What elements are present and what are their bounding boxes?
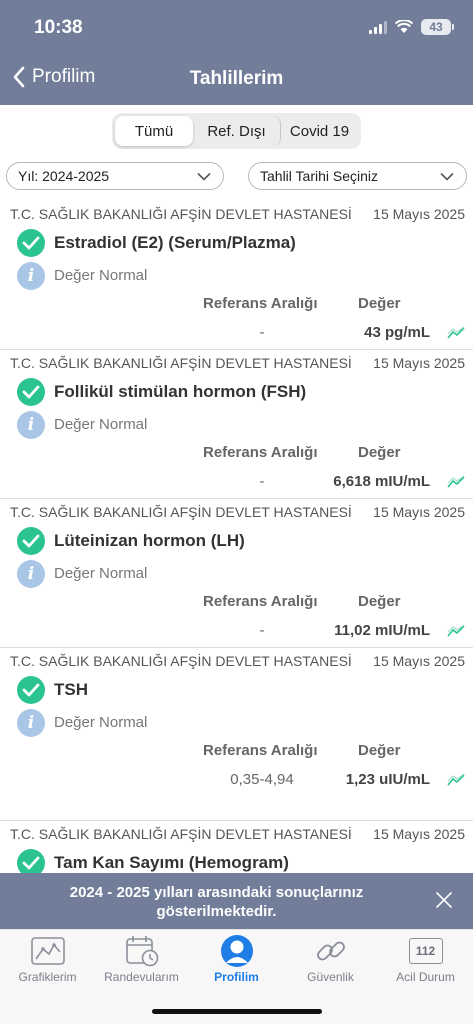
value-header: Değer — [358, 593, 401, 610]
check-circle-icon — [17, 676, 45, 704]
check-circle-icon — [17, 849, 45, 873]
tab-label: Güvenlik — [307, 970, 354, 984]
hospital-row: T.C. SAĞLIK BAKANLIĞI AFŞİN DEVLET HASTA… — [10, 504, 465, 520]
year-select-value: Yıl: 2024-2025 — [18, 168, 110, 184]
cellular-signal-icon — [369, 20, 387, 34]
info-icon[interactable]: i — [17, 560, 45, 588]
date-select[interactable]: Tahlil Tarihi Seçiniz — [248, 162, 467, 190]
trend-chart-icon[interactable] — [447, 326, 465, 340]
info-banner: 2024 - 2025 yılları arasındaki sonuçları… — [0, 873, 473, 929]
hospital-row: T.C. SAĞLIK BAKANLIĞI AFŞİN DEVLET HASTA… — [10, 355, 465, 371]
page-title: Tahlillerim — [189, 68, 284, 89]
info-icon[interactable]: i — [17, 262, 45, 290]
tab-profilim[interactable]: Profilim — [189, 930, 284, 992]
info-icon[interactable]: i — [17, 411, 45, 439]
value-header: Değer — [358, 295, 401, 312]
result-value: 6,618 mIU/mL — [333, 473, 430, 490]
reference-range-header: Referans Aralığı — [203, 593, 318, 610]
trend-chart-icon[interactable] — [447, 475, 465, 489]
hospital-name: T.C. SAĞLIK BAKANLIĞI AFŞİN DEVLET HASTA… — [10, 206, 352, 222]
reference-range-header: Referans Aralığı — [203, 444, 318, 461]
home-indicator — [152, 1009, 322, 1014]
close-icon[interactable] — [435, 891, 453, 909]
result-status: Değer Normal — [54, 714, 148, 731]
result-value: 43 pg/mL — [364, 324, 430, 341]
results-list[interactable]: T.C. SAĞLIK BAKANLIĞI AFŞİN DEVLET HASTA… — [0, 201, 473, 873]
check-circle-icon — [17, 378, 45, 406]
test-name: Lüteinizan hormon (LH) — [54, 531, 245, 550]
result-card[interactable]: T.C. SAĞLIK BAKANLIĞI AFŞİN DEVLET HASTA… — [0, 821, 473, 873]
result-status: Değer Normal — [54, 565, 148, 582]
year-select[interactable]: Yıl: 2024-2025 — [6, 162, 224, 190]
segment-covid[interactable]: Covid 19 — [281, 116, 358, 146]
hospital-name: T.C. SAĞLIK BAKANLIĞI AFŞİN DEVLET HASTA… — [10, 826, 352, 842]
result-date: 15 Mayıs 2025 — [373, 653, 465, 669]
tab-randevularim[interactable]: Randevularım — [94, 930, 189, 992]
result-date: 15 Mayıs 2025 — [373, 206, 465, 222]
result-date: 15 Mayıs 2025 — [373, 355, 465, 371]
check-circle-icon — [17, 229, 45, 257]
hospital-row: T.C. SAĞLIK BAKANLIĞI AFŞİN DEVLET HASTA… — [10, 826, 465, 842]
test-name: TSH — [54, 680, 88, 699]
tab-guvenlik[interactable]: Güvenlik — [283, 930, 378, 992]
reference-range-header: Referans Aralığı — [203, 295, 318, 312]
test-name: Tam Kan Sayımı (Hemogram) — [54, 853, 289, 872]
hospital-row: T.C. SAĞLIK BAKANLIĞI AFŞİN DEVLET HASTA… — [10, 206, 465, 222]
status-time: 10:38 — [34, 17, 83, 38]
result-date: 15 Mayıs 2025 — [373, 826, 465, 842]
status-icons: 43 — [369, 19, 454, 35]
tab-acil-durum[interactable]: 112 Acil Durum — [378, 930, 473, 992]
result-card[interactable]: T.C. SAĞLIK BAKANLIĞI AFŞİN DEVLET HASTA… — [0, 201, 473, 350]
result-card[interactable]: T.C. SAĞLIK BAKANLIĞI AFŞİN DEVLET HASTA… — [0, 648, 473, 821]
value-header: Değer — [358, 742, 401, 759]
chevron-down-icon — [197, 172, 211, 181]
segment-out-of-range[interactable]: Ref. Dışı — [193, 116, 281, 146]
tab-label: Acil Durum — [396, 970, 455, 984]
segment-all[interactable]: Tümü — [115, 116, 193, 146]
tab-label: Randevularım — [104, 970, 179, 984]
value-header: Değer — [358, 444, 401, 461]
info-icon[interactable]: i — [17, 709, 45, 737]
hospital-name: T.C. SAĞLIK BAKANLIĞI AFŞİN DEVLET HASTA… — [10, 504, 352, 520]
reference-range-header: Referans Aralığı — [203, 742, 318, 759]
tab-label: Grafiklerim — [18, 970, 77, 984]
emergency-112-icon: 112 — [408, 934, 444, 968]
result-date: 15 Mayıs 2025 — [373, 504, 465, 520]
hospital-name: T.C. SAĞLIK BAKANLIĞI AFŞİN DEVLET HASTA… — [10, 653, 352, 669]
user-icon — [219, 934, 255, 968]
emergency-badge: 112 — [408, 938, 443, 964]
header: 10:38 43 Profilim Tahlillerim — [0, 0, 473, 105]
reference-range: - — [259, 473, 265, 490]
result-status: Değer Normal — [54, 416, 148, 433]
result-value: 1,23 uIU/mL — [345, 771, 430, 788]
tab-label: Profilim — [214, 970, 259, 984]
trend-chart-icon[interactable] — [447, 773, 465, 787]
reference-range: - — [259, 622, 265, 639]
result-value: 11,02 mIU/mL — [334, 622, 430, 639]
filter-segmented-control: Tümü Ref. Dışı Covid 19 — [112, 113, 361, 149]
test-name: Estradiol (E2) (Serum/Plazma) — [54, 233, 296, 252]
reference-range: - — [259, 324, 265, 341]
tab-grafiklerim[interactable]: Grafiklerim — [0, 930, 95, 992]
link-icon — [313, 934, 349, 968]
date-select-value: Tahlil Tarihi Seçiniz — [260, 168, 379, 184]
chart-icon — [30, 934, 66, 968]
wifi-icon — [395, 20, 413, 33]
hospital-row: T.C. SAĞLIK BAKANLIĞI AFŞİN DEVLET HASTA… — [10, 653, 465, 669]
battery-icon: 43 — [421, 19, 454, 35]
trend-chart-icon[interactable] — [447, 624, 465, 638]
hospital-name: T.C. SAĞLIK BAKANLIĞI AFŞİN DEVLET HASTA… — [10, 355, 352, 371]
result-status: Değer Normal — [54, 267, 148, 284]
banner-text: 2024 - 2025 yılları arasındaki sonuçları… — [69, 884, 364, 920]
test-name: Follikül stimülan hormon (FSH) — [54, 382, 307, 401]
check-circle-icon — [17, 527, 45, 555]
result-card[interactable]: T.C. SAĞLIK BAKANLIĞI AFŞİN DEVLET HASTA… — [0, 350, 473, 499]
reference-range: 0,35-4,94 — [230, 771, 294, 788]
chevron-down-icon — [440, 172, 454, 181]
calendar-clock-icon — [124, 934, 160, 968]
result-card[interactable]: T.C. SAĞLIK BAKANLIĞI AFŞİN DEVLET HASTA… — [0, 499, 473, 648]
